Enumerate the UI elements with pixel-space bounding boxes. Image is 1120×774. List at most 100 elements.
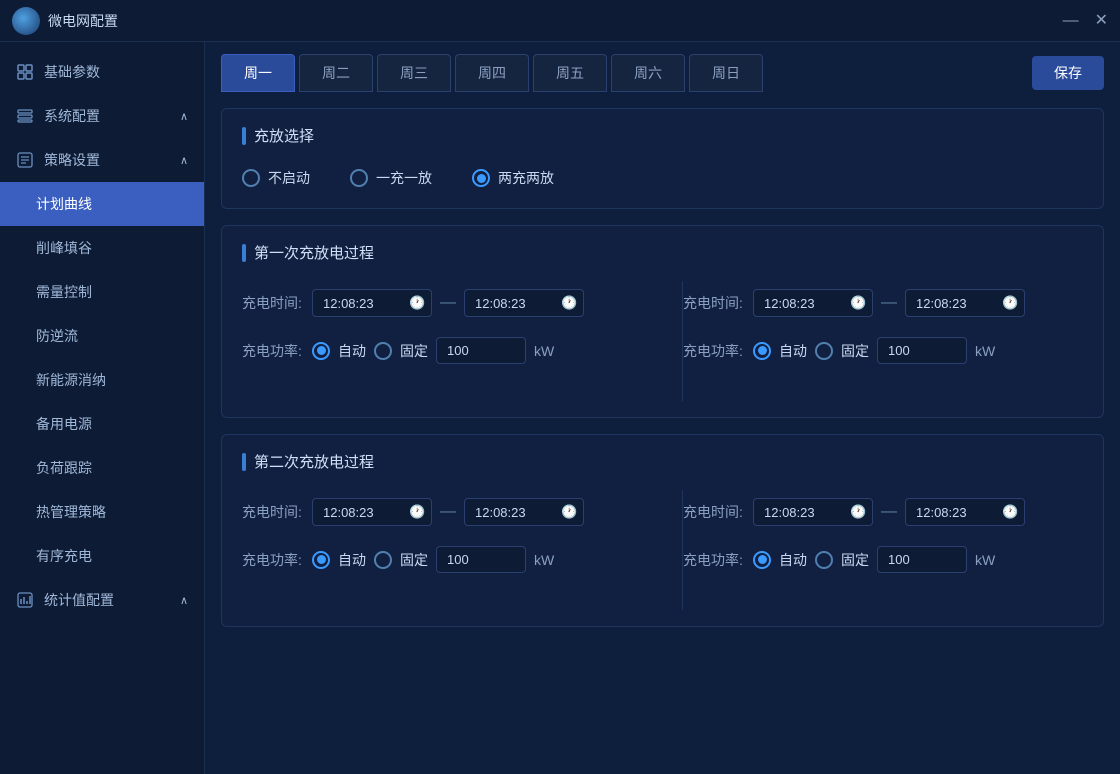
radio-circle-disabled — [242, 169, 260, 187]
second-process-section: 第二次充放电过程 充电时间: 🕐 — — [221, 434, 1104, 627]
second-left-time-start-input[interactable]: 🕐 — [312, 498, 432, 526]
sidebar-label-basic-params: 基础参数 — [44, 62, 100, 82]
clock-icon-5: 🕐 — [409, 504, 425, 520]
sidebar-item-thermal-mgmt[interactable]: 热管理策略 — [0, 490, 204, 534]
first-left-time-start-field[interactable] — [323, 296, 403, 311]
sidebar-item-ordered-charge[interactable]: 有序充电 — [0, 534, 204, 578]
close-button[interactable]: ✕ — [1095, 13, 1108, 29]
title-bar-accent — [242, 127, 246, 145]
main-layout: 基础参数 系统配置 ∧ — [0, 42, 1120, 774]
sidebar-item-peak-fill[interactable]: 削峰填谷 — [0, 226, 204, 270]
second-right-time-label: 充电时间: — [683, 502, 745, 522]
clock-icon-7: 🕐 — [850, 504, 866, 520]
first-left-power-input[interactable] — [436, 337, 526, 364]
first-left-time-end-field[interactable] — [475, 296, 555, 311]
main-content: 周一 周二 周三 周四 周五 周六 周日 保存 充放选择 不启动 — [205, 42, 1120, 774]
second-left-time-end-input[interactable]: 🕐 — [464, 498, 584, 526]
second-left-auto-label: 自动 — [338, 550, 366, 570]
sidebar-label-stats-config: 统计值配置 — [44, 590, 114, 610]
sidebar-item-demand-ctrl[interactable]: 需量控制 — [0, 270, 204, 314]
sidebar-item-system-config[interactable]: 系统配置 ∧ — [0, 94, 204, 138]
save-button[interactable]: 保存 — [1032, 56, 1104, 90]
first-right-power-row: 充电功率: 自动 固定 kW — [683, 337, 1083, 364]
second-process-left: 充电时间: 🕐 — 🕐 充电功率: — [242, 490, 662, 610]
first-left-auto-circle — [312, 342, 330, 360]
second-right-time-start-field[interactable] — [764, 505, 844, 520]
first-left-auto-label: 自动 — [338, 341, 366, 361]
second-right-power-unit: kW — [975, 552, 995, 568]
app-title: 微电网配置 — [48, 11, 118, 31]
title-bar-accent3 — [242, 453, 246, 471]
second-right-time-end-input[interactable]: 🕐 — [905, 498, 1025, 526]
sidebar-label-peak-fill: 削峰填谷 — [36, 238, 92, 258]
tab-thursday[interactable]: 周四 — [455, 54, 529, 92]
first-right-time-label: 充电时间: — [683, 293, 745, 313]
tab-friday[interactable]: 周五 — [533, 54, 607, 92]
first-right-auto-circle — [753, 342, 771, 360]
second-left-power-input[interactable] — [436, 546, 526, 573]
second-right-radio-auto[interactable]: 自动 — [753, 550, 807, 570]
dash-3: — — [440, 503, 456, 521]
first-left-radio-fixed[interactable]: 固定 — [374, 341, 428, 361]
tab-wednesday[interactable]: 周三 — [377, 54, 451, 92]
sidebar-item-basic-params[interactable]: 基础参数 — [0, 50, 204, 94]
first-process-left: 充电时间: 🕐 — 🕐 充电功率: — [242, 281, 662, 401]
sidebar-item-anti-backflow[interactable]: 防逆流 — [0, 314, 204, 358]
sidebar-item-load-track[interactable]: 负荷跟踪 — [0, 446, 204, 490]
second-right-radio-fixed[interactable]: 固定 — [815, 550, 869, 570]
first-left-time-label: 充电时间: — [242, 293, 304, 313]
radio-two-cycle[interactable]: 两充两放 — [472, 168, 554, 188]
tab-sunday[interactable]: 周日 — [689, 54, 763, 92]
second-right-time-start-input[interactable]: 🕐 — [753, 498, 873, 526]
second-left-time-start-field[interactable] — [323, 505, 403, 520]
first-right-radio-fixed[interactable]: 固定 — [815, 341, 869, 361]
dash-4: — — [881, 503, 897, 521]
sidebar-label-anti-backflow: 防逆流 — [36, 326, 78, 346]
second-left-radio-auto[interactable]: 自动 — [312, 550, 366, 570]
clock-icon-8: 🕐 — [1002, 504, 1018, 520]
sidebar-item-stats-config[interactable]: 统计值配置 ∧ — [0, 578, 204, 622]
first-left-radio-auto[interactable]: 自动 — [312, 341, 366, 361]
second-left-power-unit: kW — [534, 552, 554, 568]
first-right-time-end-input[interactable]: 🕐 — [905, 289, 1025, 317]
minimize-button[interactable]: — — [1063, 13, 1079, 29]
sidebar-item-backup-power[interactable]: 备用电源 — [0, 402, 204, 446]
sidebar-item-strategy-config[interactable]: 策略设置 ∧ — [0, 138, 204, 182]
clock-icon-2: 🕐 — [561, 295, 577, 311]
first-right-power-input[interactable] — [877, 337, 967, 364]
tab-saturday[interactable]: 周六 — [611, 54, 685, 92]
sidebar-label-thermal-mgmt: 热管理策略 — [36, 502, 106, 522]
chevron-up-icon2: ∧ — [180, 154, 188, 167]
sidebar-item-new-energy[interactable]: 新能源消纳 — [0, 358, 204, 402]
clock-icon-6: 🕐 — [561, 504, 577, 520]
sidebar-item-plan-curve[interactable]: 计划曲线 — [0, 182, 204, 226]
first-left-time-end-input[interactable]: 🕐 — [464, 289, 584, 317]
sidebar-label-demand-ctrl: 需量控制 — [36, 282, 92, 302]
first-left-time-start-input[interactable]: 🕐 — [312, 289, 432, 317]
title-bar-accent2 — [242, 244, 246, 262]
second-process-grid: 充电时间: 🕐 — 🕐 充电功率: — [242, 490, 1083, 610]
second-right-power-input[interactable] — [877, 546, 967, 573]
second-right-time-end-field[interactable] — [916, 505, 996, 520]
second-left-fixed-circle — [374, 551, 392, 569]
radio-disabled[interactable]: 不启动 — [242, 168, 310, 188]
clock-icon-4: 🕐 — [1002, 295, 1018, 311]
tab-monday[interactable]: 周一 — [221, 54, 295, 92]
first-right-time-start-field[interactable] — [764, 296, 844, 311]
tab-tuesday[interactable]: 周二 — [299, 54, 373, 92]
second-left-radio-fixed[interactable]: 固定 — [374, 550, 428, 570]
first-left-power-unit: kW — [534, 343, 554, 359]
first-process-section: 第一次充放电过程 充电时间: 🕐 — — [221, 225, 1104, 418]
first-right-auto-label: 自动 — [779, 341, 807, 361]
radio-one-cycle[interactable]: 一充一放 — [350, 168, 432, 188]
first-right-time-start-input[interactable]: 🕐 — [753, 289, 873, 317]
first-right-time-end-field[interactable] — [916, 296, 996, 311]
second-left-power-label: 充电功率: — [242, 550, 304, 570]
radio-label-two-cycle: 两充两放 — [498, 168, 554, 188]
second-left-time-end-field[interactable] — [475, 505, 555, 520]
second-left-power-row: 充电功率: 自动 固定 kW — [242, 546, 662, 573]
first-left-time-row: 充电时间: 🕐 — 🕐 — [242, 289, 662, 317]
first-right-radio-auto[interactable]: 自动 — [753, 341, 807, 361]
charge-selection-section: 充放选择 不启动 一充一放 两充两放 — [221, 108, 1104, 209]
first-process-grid: 充电时间: 🕐 — 🕐 充电功率: — [242, 281, 1083, 401]
